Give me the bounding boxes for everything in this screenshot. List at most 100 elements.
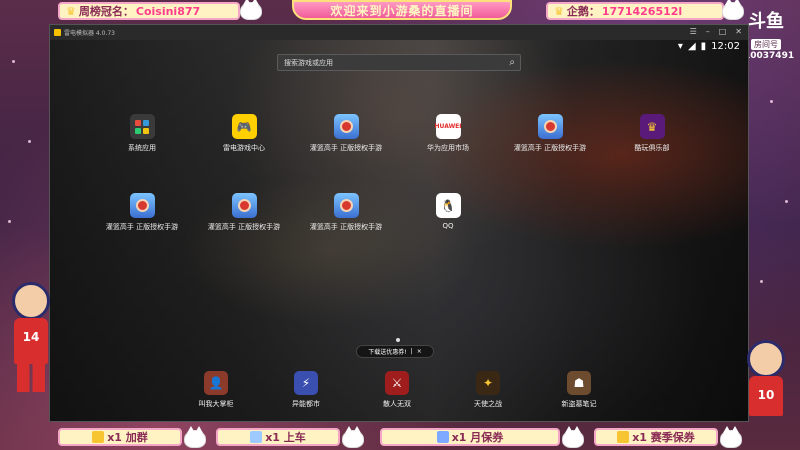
dock-app-tomb[interactable]: ☗ 新盗墓笔记 bbox=[534, 371, 624, 409]
room-tag: 房间号 bbox=[751, 39, 781, 50]
cat-icon bbox=[240, 0, 262, 20]
sparkle bbox=[12, 60, 15, 63]
character-legs bbox=[17, 364, 45, 392]
cat-icon bbox=[562, 426, 584, 448]
menu-icon[interactable]: ☰ bbox=[690, 27, 697, 36]
app-label: 华为应用市场 bbox=[427, 144, 469, 152]
close-icon[interactable]: ✕ bbox=[735, 27, 742, 36]
app-label: 散人无双 bbox=[383, 400, 411, 408]
app-qq[interactable]: 🐧 QQ bbox=[403, 193, 493, 230]
app-slam-dunk-1[interactable]: 灌篮高手 正版授权手游 bbox=[301, 114, 391, 153]
city-icon: ⚡ bbox=[294, 371, 318, 395]
page-indicator bbox=[396, 338, 400, 342]
season-voucher-label: x1 赛季保券 bbox=[632, 431, 695, 444]
monthly-voucher-label: x1 月保券 bbox=[451, 431, 504, 444]
gift-icon bbox=[617, 431, 630, 443]
app-label: 雷电游戏中心 bbox=[223, 144, 265, 152]
app-huawei-appstore[interactable]: HUAWEI 华为应用市场 bbox=[403, 114, 493, 153]
left-character-mascot: 14 bbox=[6, 282, 56, 392]
slam-dunk-icon bbox=[129, 193, 155, 218]
app-slam-dunk-4[interactable]: 灌篮高手 正版授权手游 bbox=[199, 193, 289, 232]
search-bar[interactable]: 搜索游戏或应用 ⌕ bbox=[277, 54, 521, 71]
sparkle bbox=[760, 280, 763, 283]
maximize-icon[interactable]: □ bbox=[719, 27, 727, 36]
stream-title: 欢迎来到小游桑的直播间 bbox=[330, 3, 474, 18]
dock-app-shopkeeper[interactable]: 👤 叫我大掌柜 bbox=[171, 371, 261, 409]
cat-icon bbox=[342, 426, 364, 448]
monthly-voucher-button[interactable]: x1 月保券 bbox=[380, 428, 560, 446]
character-head bbox=[12, 282, 50, 320]
app-label: 灌篮高手 正版授权手游 bbox=[309, 144, 383, 152]
season-voucher-button[interactable]: x1 赛季保券 bbox=[594, 428, 718, 446]
dock-app-warrior[interactable]: ⚔ 散人无双 bbox=[352, 371, 442, 409]
right-character-mascot: 10 bbox=[738, 340, 794, 416]
app-label: 异能都市 bbox=[292, 400, 320, 408]
signal-icon: ◢ bbox=[687, 41, 696, 52]
slam-dunk-icon bbox=[231, 193, 257, 218]
emulator-window[interactable]: 雷电模拟器 4.0.73 ☰ – □ ✕ 搜索游戏或应用 ⌕ 系统应用 🎮 雷电… bbox=[49, 24, 749, 422]
app-label: 叫我大掌柜 bbox=[198, 400, 234, 408]
platform-logo-text: 斗鱼 bbox=[748, 11, 784, 32]
android-status-bar: ▾ ◢ ▮ 12:02 bbox=[678, 41, 740, 52]
minimize-icon[interactable]: – bbox=[706, 27, 710, 36]
cat-icon bbox=[722, 0, 744, 20]
app-slam-dunk-2[interactable]: 灌篮高手 正版授权手游 bbox=[505, 114, 595, 153]
character-jersey: 10 bbox=[749, 376, 783, 416]
app-cool-club[interactable]: ♛ 酷玩俱乐部 bbox=[607, 114, 697, 153]
app-slam-dunk-5[interactable]: 灌篮高手 正版授权手游 bbox=[301, 193, 391, 232]
slam-dunk-icon bbox=[333, 114, 359, 139]
wifi-icon: ▾ bbox=[677, 41, 683, 52]
room-number: 10037491 bbox=[744, 51, 795, 61]
weekly-rank-banner: ♛ 周榜冠名： Coisini877 bbox=[58, 2, 240, 20]
battery-icon: ▮ bbox=[700, 41, 707, 52]
sparkle bbox=[28, 140, 31, 143]
app-system-apps[interactable]: 系统应用 bbox=[97, 114, 187, 153]
search-placeholder: 搜索游戏或应用 bbox=[284, 58, 333, 67]
join-group-button[interactable]: x1 加群 bbox=[58, 428, 182, 446]
board-car-label: x1 上车 bbox=[265, 431, 306, 444]
qq-icon: 🐧 bbox=[435, 193, 461, 218]
platform-logo: 斗鱼 房间号 10037491 bbox=[744, 11, 794, 62]
app-label: 系统应用 bbox=[128, 144, 156, 152]
stream-title-banner: 欢迎来到小游桑的直播间 bbox=[292, 0, 512, 20]
character-head bbox=[747, 340, 785, 378]
emulator-title: 雷电模拟器 4.0.73 bbox=[64, 30, 115, 37]
huawei-appstore-icon: HUAWEI bbox=[434, 114, 462, 139]
contact-value: 1771426512l bbox=[601, 4, 683, 18]
tomb-icon: ☗ bbox=[567, 371, 591, 395]
search-icon[interactable]: ⌕ bbox=[509, 57, 515, 68]
dock-app-angel[interactable]: ✦ 天使之战 bbox=[443, 371, 533, 409]
app-label: QQ bbox=[442, 222, 454, 230]
window-controls: ☰ – □ ✕ bbox=[690, 27, 742, 36]
cat-icon bbox=[720, 426, 742, 448]
sparkle bbox=[785, 200, 788, 203]
character-jersey: 14 bbox=[14, 318, 48, 364]
app-game-center[interactable]: 🎮 雷电游戏中心 bbox=[199, 114, 289, 153]
system-apps-icon bbox=[129, 114, 155, 139]
contact-banner: ♛ 企鹅： 1771426512l bbox=[546, 2, 724, 20]
app-label: 灌篮高手 正版授权手游 bbox=[513, 144, 587, 152]
app-slam-dunk-3[interactable]: 灌篮高手 正版授权手游 bbox=[97, 193, 187, 232]
ticket-icon bbox=[436, 431, 449, 443]
crown-icon: ♛ bbox=[554, 4, 564, 18]
crown-icon: ♛ bbox=[66, 4, 76, 18]
download-coupon-toast[interactable]: 下载送优惠券! | × bbox=[356, 345, 434, 358]
game-center-icon: 🎮 bbox=[231, 114, 257, 139]
toast-divider: | bbox=[410, 348, 413, 355]
warrior-icon: ⚔ bbox=[385, 371, 409, 395]
app-label: 灌篮高手 正版授权手游 bbox=[207, 223, 281, 231]
toast-text: 下载送优惠券! bbox=[368, 349, 407, 356]
status-time: 12:02 bbox=[711, 41, 740, 52]
android-home-screen[interactable]: 搜索游戏或应用 ⌕ 系统应用 🎮 雷电游戏中心 灌篮高手 正版授权手游 HUAW… bbox=[50, 40, 748, 421]
crown-icon: ♛ bbox=[639, 114, 665, 139]
toast-close-icon[interactable]: × bbox=[417, 348, 422, 355]
slam-dunk-icon bbox=[333, 193, 359, 218]
app-label: 灌篮高手 正版授权手游 bbox=[105, 223, 179, 231]
join-group-label: x1 加群 bbox=[107, 431, 148, 444]
dock-app-city[interactable]: ⚡ 异能都市 bbox=[261, 371, 351, 409]
board-car-button[interactable]: x1 上车 bbox=[216, 428, 340, 446]
app-label: 新盗墓笔记 bbox=[561, 400, 597, 408]
emulator-title-bar[interactable]: 雷电模拟器 4.0.73 ☰ – □ ✕ bbox=[50, 25, 748, 40]
car-icon bbox=[250, 431, 263, 443]
contact-label: 企鹅： bbox=[566, 5, 600, 18]
